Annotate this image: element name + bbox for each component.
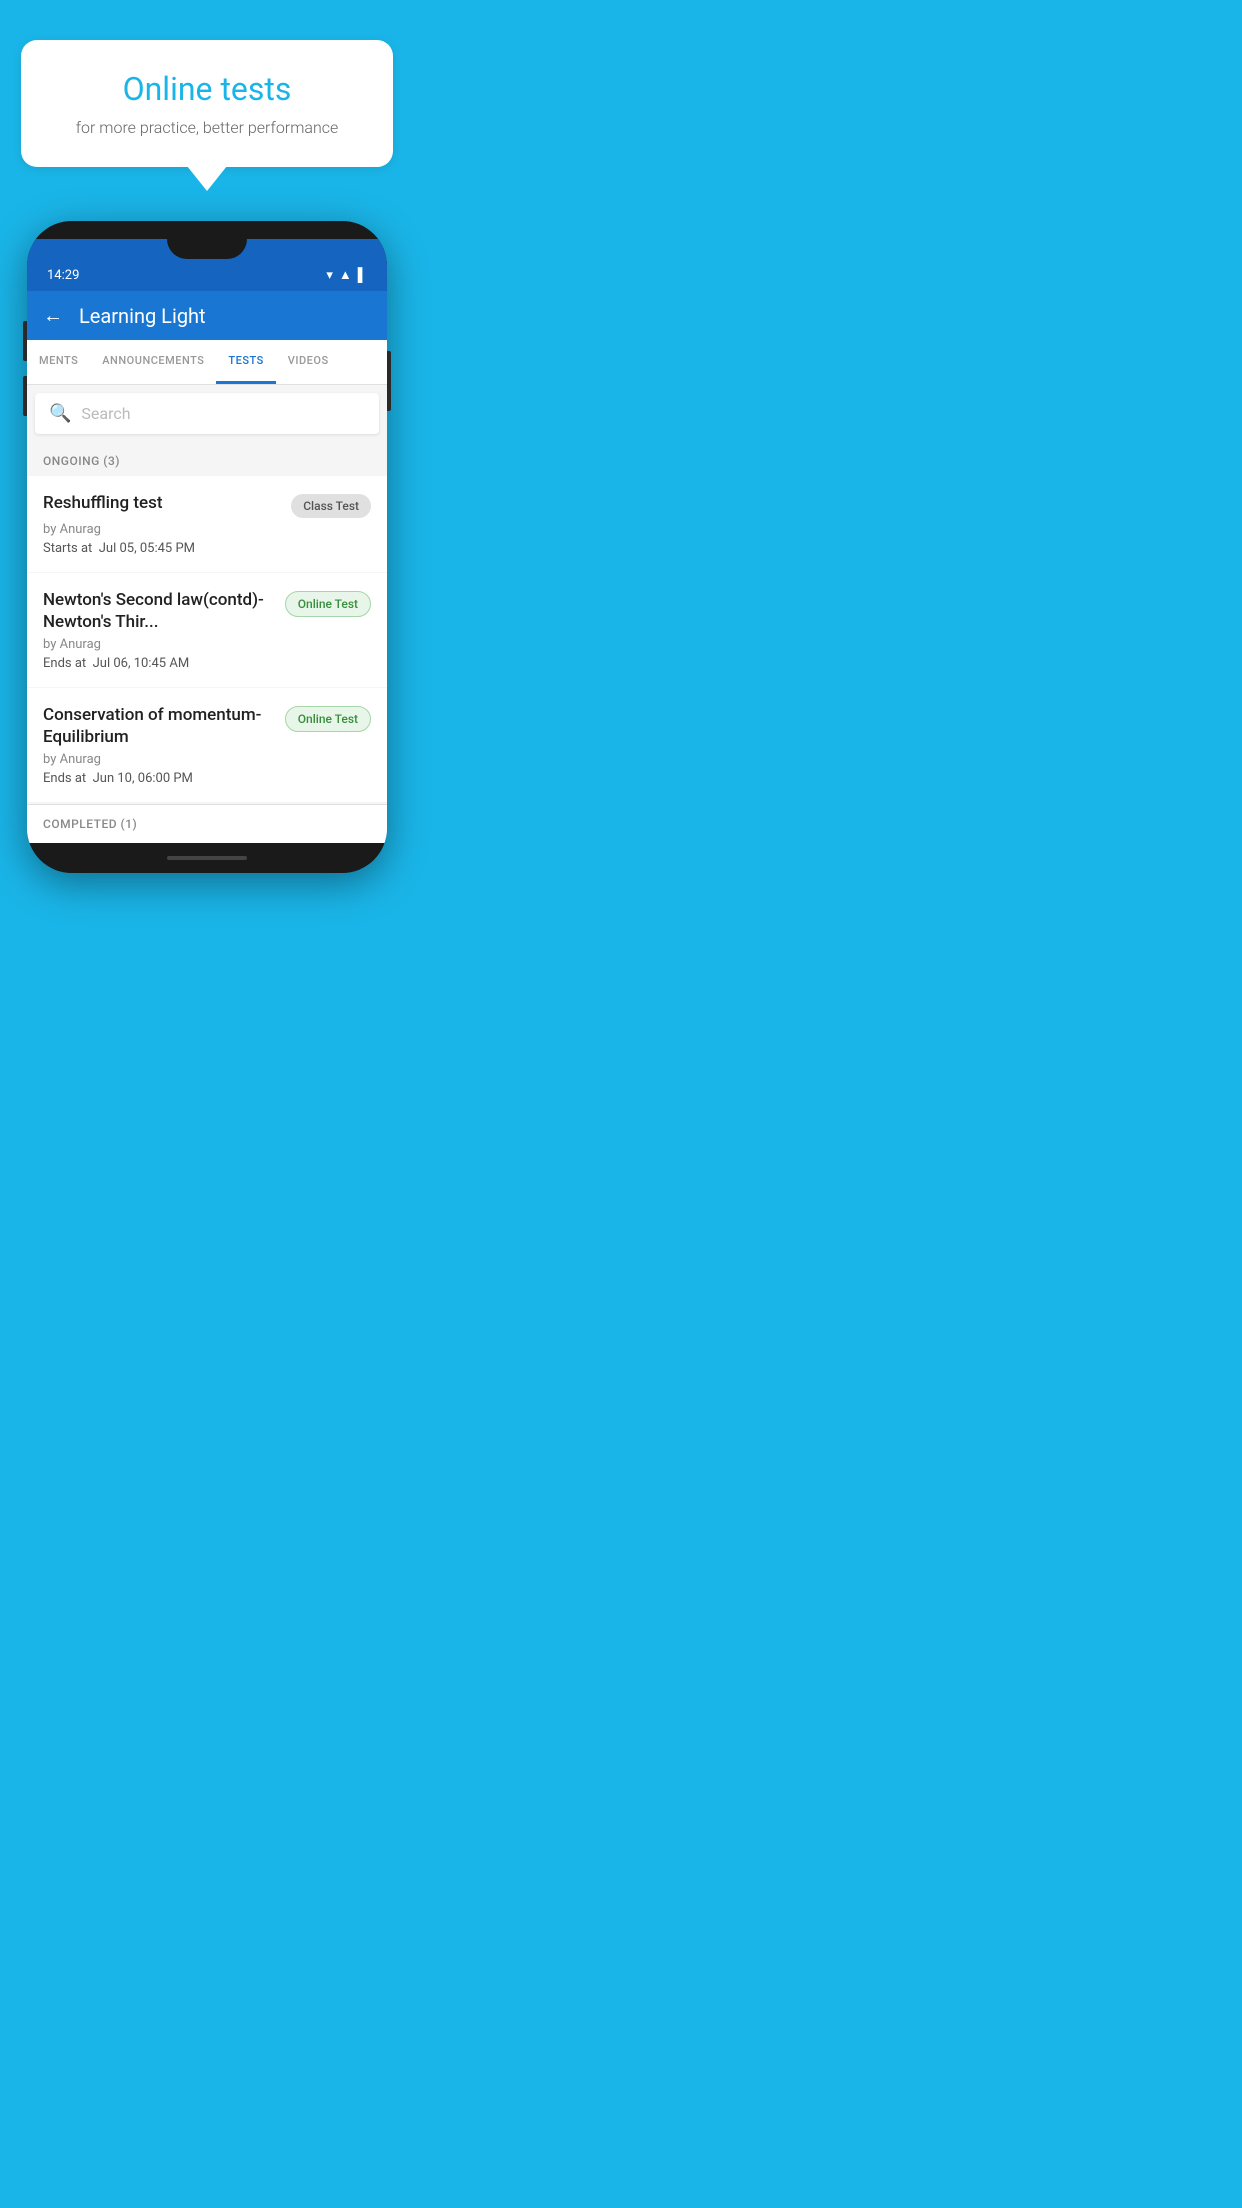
speech-bubble-subtitle: for more practice, better performance: [61, 118, 354, 137]
test-author: by Anurag: [43, 637, 371, 652]
search-placeholder: Search: [81, 404, 130, 423]
signal-icon: ▲: [339, 267, 352, 283]
speech-bubble: Online tests for more practice, better p…: [21, 40, 394, 167]
badge-class-test: Class Test: [291, 494, 371, 518]
tabs-bar: MENTS ANNOUNCEMENTS TESTS VIDEOS: [27, 340, 387, 385]
status-time: 14:29: [47, 268, 79, 283]
speech-bubble-tail: [187, 166, 227, 191]
camera-notch: [167, 239, 247, 259]
notch-area: [27, 239, 387, 259]
tab-videos[interactable]: VIDEOS: [276, 340, 341, 384]
back-button[interactable]: ←: [43, 303, 63, 328]
phone-frame: 14:29 ▾ ▲ ▌ ← Learning Light MENTS ANNOU…: [27, 221, 387, 893]
phone-top-bezel: [27, 221, 387, 241]
test-date: Ends at Jul 06, 10:45 AM: [43, 656, 371, 671]
status-bar: 14:29 ▾ ▲ ▌: [27, 259, 387, 291]
badge-online-test: Online Test: [285, 591, 371, 617]
test-author: by Anurag: [43, 752, 371, 767]
test-title: Conservation of momentum-Equilibrium: [43, 704, 275, 748]
test-date: Ends at Jun 10, 06:00 PM: [43, 771, 371, 786]
phone-bottom-bezel: [27, 843, 387, 873]
date-value: Jul 06, 10:45 AM: [93, 656, 190, 671]
date-label: Starts at: [43, 541, 92, 556]
tab-ments[interactable]: MENTS: [27, 340, 90, 384]
test-card[interactable]: Newton's Second law(contd)-Newton's Thir…: [27, 573, 387, 687]
power-button: [387, 351, 391, 411]
test-date: Starts at Jul 05, 05:45 PM: [43, 541, 371, 556]
test-author: by Anurag: [43, 522, 371, 537]
completed-section-label: COMPLETED (1): [27, 804, 387, 843]
date-label: Ends at: [43, 656, 86, 671]
ongoing-section-label: ONGOING (3): [27, 442, 387, 476]
test-card-header: Conservation of momentum-Equilibrium Onl…: [43, 704, 371, 748]
speech-bubble-title: Online tests: [61, 70, 354, 108]
date-value: Jun 10, 06:00 PM: [93, 771, 193, 786]
phone-device: 14:29 ▾ ▲ ▌ ← Learning Light MENTS ANNOU…: [27, 221, 387, 873]
date-label: Ends at: [43, 771, 86, 786]
search-bar[interactable]: 🔍 Search: [35, 393, 379, 434]
test-card[interactable]: Conservation of momentum-Equilibrium Onl…: [27, 688, 387, 802]
test-card-header: Reshuffling test Class Test: [43, 492, 371, 518]
test-card[interactable]: Reshuffling test Class Test by Anurag St…: [27, 476, 387, 572]
badge-online-test: Online Test: [285, 706, 371, 732]
test-title: Reshuffling test: [43, 492, 281, 514]
tab-tests[interactable]: TESTS: [216, 340, 275, 384]
search-icon: 🔍: [49, 403, 71, 424]
test-card-header: Newton's Second law(contd)-Newton's Thir…: [43, 589, 371, 633]
app-bar: ← Learning Light: [27, 291, 387, 340]
tab-announcements[interactable]: ANNOUNCEMENTS: [90, 340, 216, 384]
wifi-icon: ▾: [326, 268, 333, 283]
screen-content: 🔍 Search ONGOING (3) Reshuffling test Cl…: [27, 385, 387, 843]
battery-icon: ▌: [358, 267, 367, 283]
app-title: Learning Light: [79, 304, 206, 328]
test-title: Newton's Second law(contd)-Newton's Thir…: [43, 589, 275, 633]
home-indicator: [167, 856, 247, 860]
speech-bubble-section: Online tests for more practice, better p…: [21, 40, 394, 191]
date-value: Jul 05, 05:45 PM: [99, 541, 195, 556]
status-icons: ▾ ▲ ▌: [326, 267, 367, 283]
